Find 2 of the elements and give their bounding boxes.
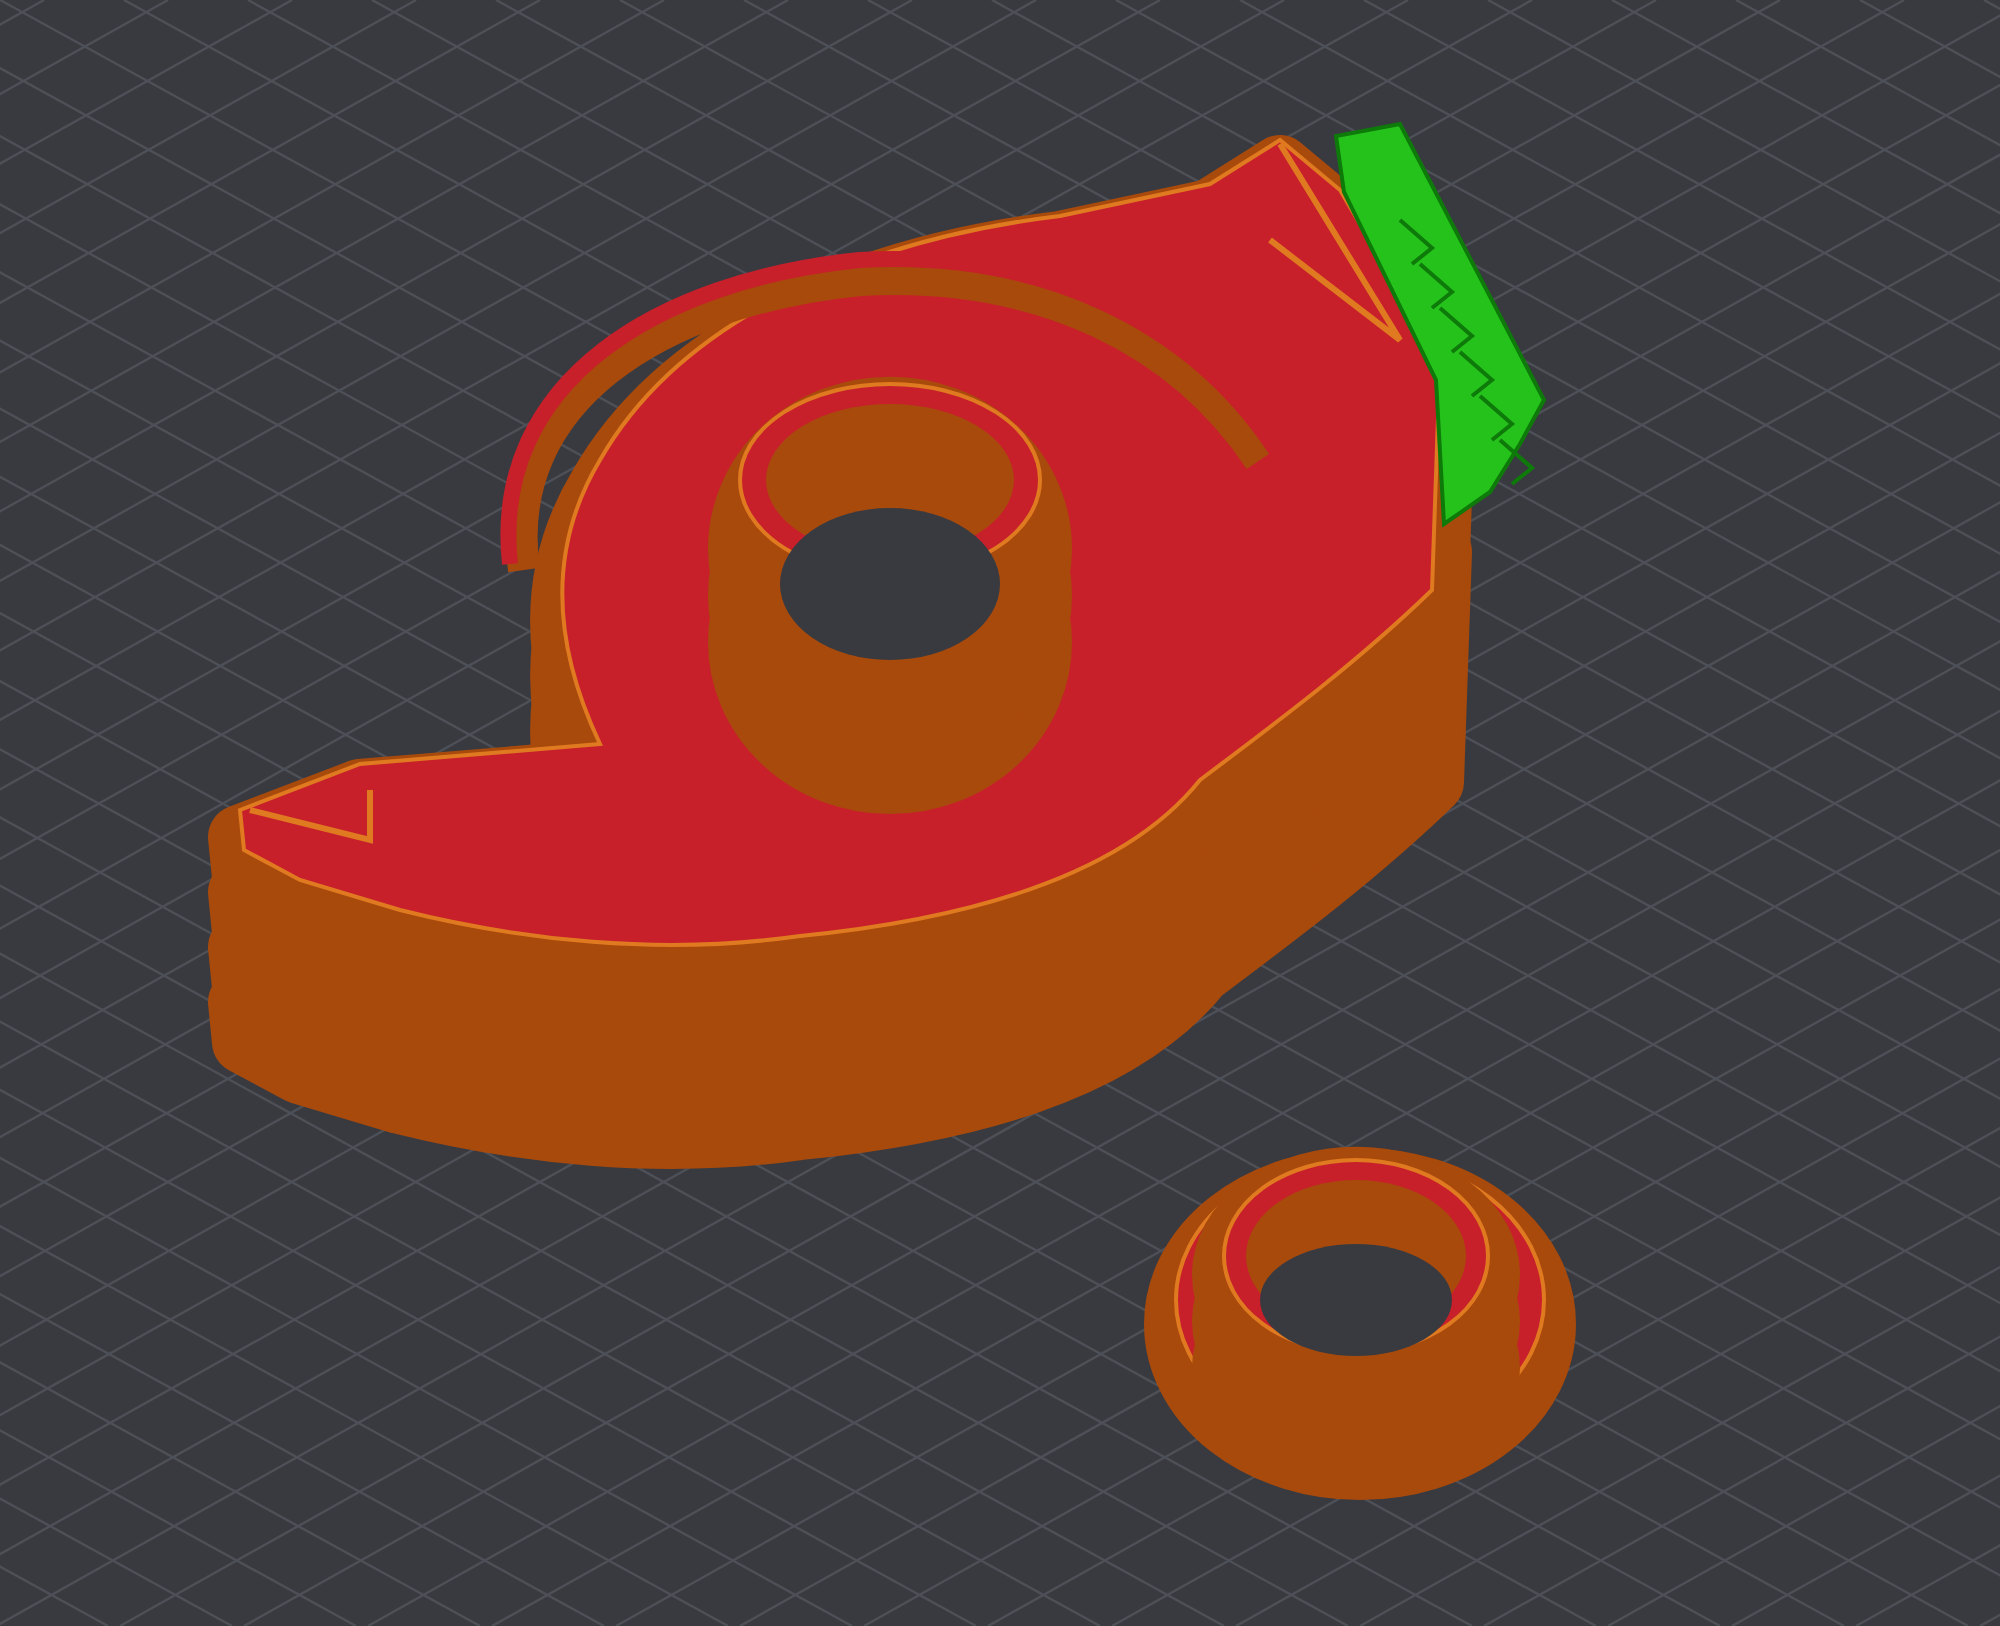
holder-part-drawing[interactable] <box>208 135 1472 1169</box>
bushing-part-drawing[interactable] <box>1144 1146 1576 1500</box>
